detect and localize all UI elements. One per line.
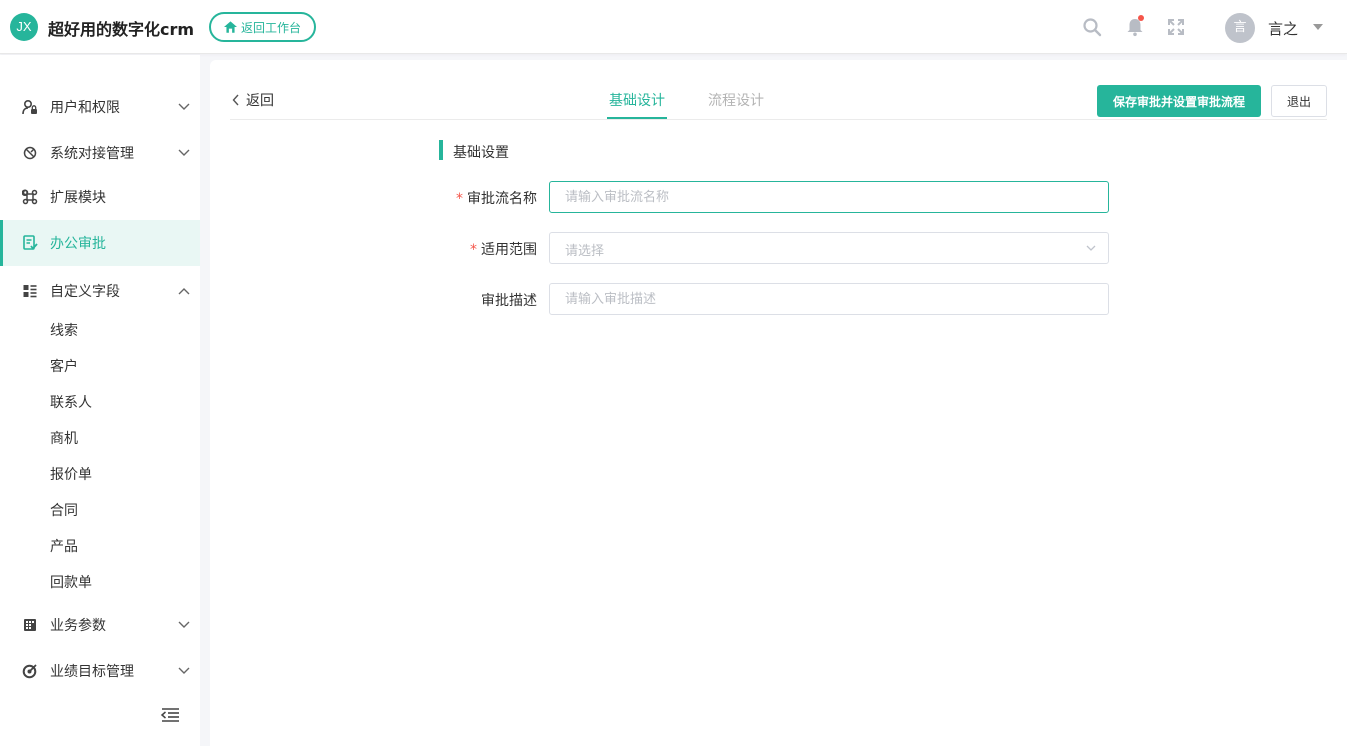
sidebar-item-performance-targets[interactable]: 业绩目标管理 [0, 648, 200, 694]
sidebar-item-system-integration[interactable]: 系统对接管理 [0, 130, 200, 176]
main-panel: 返回 基础设计 流程设计 保存审批并设置审批流程 退出 基础设置 * 审批流名称 … [210, 60, 1347, 746]
sidebar-subitem-contacts[interactable]: 联系人 [0, 384, 200, 420]
sidebar-subitem-products[interactable]: 产品 [0, 528, 200, 564]
chevron-down-icon[interactable] [1313, 24, 1323, 30]
save-approval-button[interactable]: 保存审批并设置审批流程 [1097, 85, 1261, 117]
fullscreen-icon[interactable] [1166, 17, 1186, 37]
scope-select[interactable]: 请选择 [549, 232, 1109, 264]
required-marker: * [470, 242, 477, 258]
tab-basic-design[interactable]: 基础设计 [609, 90, 665, 110]
sidebar-subitem-label: 产品 [50, 539, 78, 555]
section-title: 基础设置 [453, 145, 509, 161]
sidebar-item-users-permissions[interactable]: 用户和权限 [0, 84, 200, 130]
scope-label: * 适用范围 [417, 239, 537, 259]
chevron-down-icon [178, 149, 190, 156]
target-icon [22, 664, 37, 679]
sidebar-item-extension-modules[interactable]: 扩展模块 [0, 174, 200, 220]
integration-icon [23, 146, 37, 160]
chevron-down-icon [178, 103, 190, 110]
sidebar-subitem-opportunities[interactable]: 商机 [0, 420, 200, 456]
sidebar-subitem-quotes[interactable]: 报价单 [0, 456, 200, 492]
back-to-workbench-button[interactable]: 返回工作台 [209, 12, 316, 42]
sidebar-subitem-label: 线索 [50, 323, 78, 339]
scope-select-placeholder: 请选择 [565, 244, 605, 259]
description-input[interactable] [549, 283, 1109, 315]
sidebar-item-label: 办公审批 [50, 236, 106, 252]
sidebar-item-custom-fields[interactable]: 自定义字段 [0, 268, 200, 314]
tab-process-design[interactable]: 流程设计 [708, 90, 764, 110]
avatar[interactable]: 言 [1225, 13, 1255, 43]
sidebar-subitem-leads[interactable]: 线索 [0, 312, 200, 348]
sidebar-subitem-receipts[interactable]: 回款单 [0, 564, 200, 600]
chevron-left-icon [232, 94, 239, 106]
chevron-down-icon [178, 667, 190, 674]
scope-label-text: 适用范围 [481, 242, 537, 258]
sidebar: 用户和权限 系统对接管理 扩展模块 办公审批 自定义字段 线索 客户 联系人 商… [0, 55, 200, 746]
notification-dot [1138, 15, 1144, 21]
approval-name-label-text: 审批流名称 [467, 191, 537, 207]
back-label: 返回 [246, 93, 274, 109]
sidebar-subitem-label: 客户 [50, 359, 78, 375]
sidebar-item-label: 系统对接管理 [50, 146, 134, 162]
sidebar-item-business-params[interactable]: 业务参数 [0, 602, 200, 648]
sidebar-item-office-approval[interactable]: 办公审批 [0, 220, 200, 266]
grid-icon [24, 619, 36, 631]
sidebar-subitem-label: 商机 [50, 431, 78, 447]
app-title: 超好用的数字化crm [48, 20, 195, 39]
back-link[interactable]: 返回 [232, 90, 274, 110]
sidebar-subitem-label: 合同 [50, 503, 78, 519]
fields-icon [23, 285, 37, 298]
top-bar: JX 超好用的数字化crm 返回工作台 言 言之 [0, 0, 1347, 54]
approval-name-input[interactable] [549, 181, 1109, 213]
header-divider [230, 119, 1327, 120]
sidebar-subitem-label: 报价单 [50, 467, 92, 483]
sidebar-item-clipped [22, 55, 112, 59]
sidebar-subitem-customers[interactable]: 客户 [0, 348, 200, 384]
exit-button[interactable]: 退出 [1271, 85, 1327, 117]
approval-name-label: * 审批流名称 [417, 188, 537, 208]
app-logo[interactable]: JX [10, 13, 38, 41]
sidebar-subitem-contracts[interactable]: 合同 [0, 492, 200, 528]
sidebar-item-label: 业绩目标管理 [50, 664, 134, 680]
chevron-down-icon [1086, 245, 1096, 251]
section-accent-bar [439, 140, 443, 160]
home-icon [223, 21, 237, 33]
username[interactable]: 言之 [1268, 18, 1298, 39]
command-icon [22, 189, 38, 205]
sidebar-subitem-label: 联系人 [50, 395, 92, 411]
chevron-down-icon [178, 621, 190, 628]
search-icon[interactable] [1082, 17, 1102, 37]
description-label: 审批描述 [481, 293, 537, 309]
collapse-sidebar-icon[interactable] [160, 707, 180, 723]
required-marker: * [456, 191, 463, 207]
user-lock-icon [22, 99, 37, 115]
sidebar-item-label: 用户和权限 [50, 100, 120, 116]
approval-icon [23, 235, 38, 250]
sidebar-subitem-label: 回款单 [50, 575, 92, 591]
chevron-up-icon [178, 288, 190, 295]
sidebar-item-label: 自定义字段 [50, 284, 120, 300]
back-to-workbench-label: 返回工作台 [240, 20, 301, 35]
sidebar-item-label: 业务参数 [50, 618, 106, 634]
sidebar-item-label: 扩展模块 [50, 190, 106, 206]
